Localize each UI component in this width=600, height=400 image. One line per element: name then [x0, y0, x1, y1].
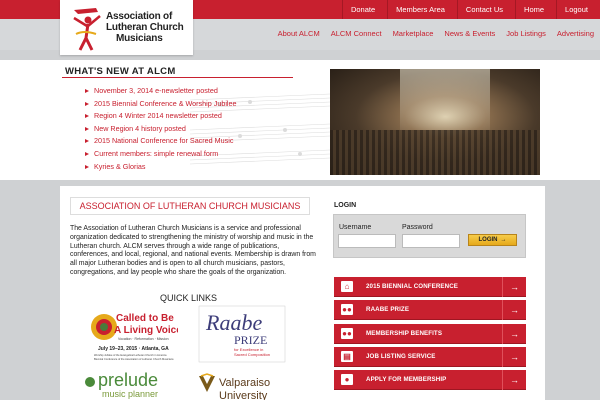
- raabe-prize-logo[interactable]: Raabe PRIZE for Excellence in Sacred Com…: [196, 304, 288, 364]
- contact-us-link[interactable]: Contact Us: [466, 5, 503, 14]
- news-item[interactable]: New Region 4 history posted: [85, 123, 237, 136]
- logout-link[interactable]: Logout: [565, 5, 588, 14]
- valpo-line-1: Valparaiso: [219, 377, 270, 389]
- biennial-conference-button[interactable]: ⌂ 2015 BIENNIAL CONFERENCE →: [334, 277, 526, 297]
- called-dates: July 19–23, 2015 · Atlanta, GA: [98, 346, 169, 352]
- news-item[interactable]: 2015 Biennial Conference & Worship Jubil…: [85, 98, 237, 111]
- called-to-be-a-living-voice-logo[interactable]: Called to Be A Living Voice Vocation · R…: [88, 305, 178, 365]
- raabe-word: Raabe: [205, 310, 262, 335]
- news-item[interactable]: Current members: simple renewal form: [85, 148, 237, 161]
- password-label: Password: [402, 224, 433, 231]
- nav-marketplace[interactable]: Marketplace: [393, 29, 434, 38]
- main-nav: About ALCM ALCM Connect Marketplace News…: [267, 29, 594, 38]
- whats-new-title: WHAT'S NEW AT ALCM: [65, 66, 176, 77]
- about-heading: ASSOCIATION OF LUTHERAN CHURCH MUSICIANS: [70, 197, 310, 215]
- congregation-photo: [330, 69, 540, 175]
- login-button-label: LOGIN: [478, 237, 498, 243]
- logo-line-3: Musicians: [116, 33, 163, 44]
- prelude-sub: music planner: [102, 389, 158, 399]
- news-item[interactable]: Region 4 Winter 2014 newsletter posted: [85, 110, 237, 123]
- about-text: The Association of Lutheran Church Music…: [70, 225, 316, 276]
- separator: [341, 0, 343, 19]
- action-label: JOB LISTING SERVICE: [366, 352, 436, 360]
- news-list: November 3, 2014 e-newsletter posted 201…: [85, 85, 237, 174]
- username-label: Username: [339, 224, 372, 231]
- action-buttons: ⌂ 2015 BIENNIAL CONFERENCE → ●● RAABE PR…: [334, 277, 526, 393]
- home-link[interactable]: Home: [524, 5, 544, 14]
- login-button[interactable]: LOGIN →: [468, 234, 517, 246]
- membership-benefits-button[interactable]: ●● MEMBERSHIP BENEFITS →: [334, 323, 526, 344]
- alcm-logo[interactable]: Association of Lutheran Church Musicians: [60, 0, 193, 55]
- valparaiso-university-logo[interactable]: Valparaiso University: [195, 372, 287, 400]
- action-label: MEMBERSHIP BENEFITS: [366, 329, 443, 337]
- nav-job-listings[interactable]: Job Listings: [506, 29, 546, 38]
- called-desc-1: Worship Jubilee of the Evangelical Luthe…: [94, 353, 167, 357]
- job-listing-service-button[interactable]: ▤ JOB LISTING SERVICE →: [334, 346, 526, 367]
- logo-text: Association of Lutheran Church Musicians: [106, 11, 184, 44]
- members-area-link[interactable]: Members Area: [396, 5, 445, 14]
- arrow-right-icon: →: [502, 370, 526, 391]
- raabe-sub-2: Sacred Composition: [234, 352, 270, 357]
- separator: [387, 0, 389, 19]
- nav-alcm-connect[interactable]: ALCM Connect: [331, 29, 382, 38]
- prelude-music-planner-logo[interactable]: prelude music planner: [82, 368, 182, 400]
- crowd: [330, 130, 540, 175]
- people-icon: ●●: [341, 327, 353, 339]
- person-icon: ●: [341, 374, 353, 386]
- nav-news-events[interactable]: News & Events: [444, 29, 495, 38]
- separator: [456, 0, 458, 19]
- arrow-right-icon: →: [502, 323, 526, 344]
- news-item[interactable]: 2015 National Conference for Sacred Musi…: [85, 135, 237, 148]
- action-label: 2015 BIENNIAL CONFERENCE: [366, 283, 459, 290]
- quick-links-heading: QUICK LINKS: [160, 293, 218, 303]
- utility-nav: Donate Members Area Contact Us Home Logo…: [341, 0, 600, 19]
- called-line-2: A Living Voice: [114, 325, 178, 336]
- arrow-right-icon: →: [500, 237, 507, 243]
- news-item[interactable]: November 3, 2014 e-newsletter posted: [85, 85, 237, 98]
- logo-line-2: Lutheran Church: [106, 22, 184, 33]
- house-icon: ⌂: [341, 281, 353, 292]
- action-label: RAABE PRIZE: [366, 306, 410, 314]
- id-card-icon: ▤: [341, 350, 353, 362]
- nav-about-alcm[interactable]: About ALCM: [278, 29, 320, 38]
- prelude-word: prelude: [98, 370, 158, 390]
- nav-advertising[interactable]: Advertising: [557, 29, 594, 38]
- action-label: APPLY FOR MEMBERSHIP: [366, 376, 447, 384]
- login-heading: LOGIN: [333, 198, 526, 214]
- valpo-line-2: University: [219, 390, 268, 400]
- divider: [62, 77, 293, 78]
- donate-link[interactable]: Donate: [351, 5, 375, 14]
- username-input[interactable]: [338, 234, 396, 248]
- musician-figure-icon: [73, 7, 101, 51]
- arrow-right-icon: →: [502, 300, 526, 321]
- called-desc-2: Biennial Conference of the Association o…: [94, 357, 174, 361]
- password-input[interactable]: [402, 234, 460, 248]
- logo-line-1: Association of: [106, 11, 173, 22]
- news-item[interactable]: Kyries & Glorias: [85, 161, 237, 174]
- raabe-prize-word: PRIZE: [234, 333, 267, 347]
- light-rays: [400, 69, 490, 139]
- raabe-prize-button[interactable]: ●● RAABE PRIZE →: [334, 300, 526, 321]
- called-line-1: Called to Be: [116, 313, 174, 324]
- arrow-right-icon: →: [502, 277, 526, 297]
- separator: [556, 0, 558, 19]
- people-icon: ●●: [341, 304, 353, 316]
- apply-for-membership-button[interactable]: ● APPLY FOR MEMBERSHIP →: [334, 370, 526, 391]
- called-sub: Vocation · Reformation · Mission: [118, 337, 169, 341]
- arrow-right-icon: →: [502, 346, 526, 367]
- separator: [515, 0, 517, 19]
